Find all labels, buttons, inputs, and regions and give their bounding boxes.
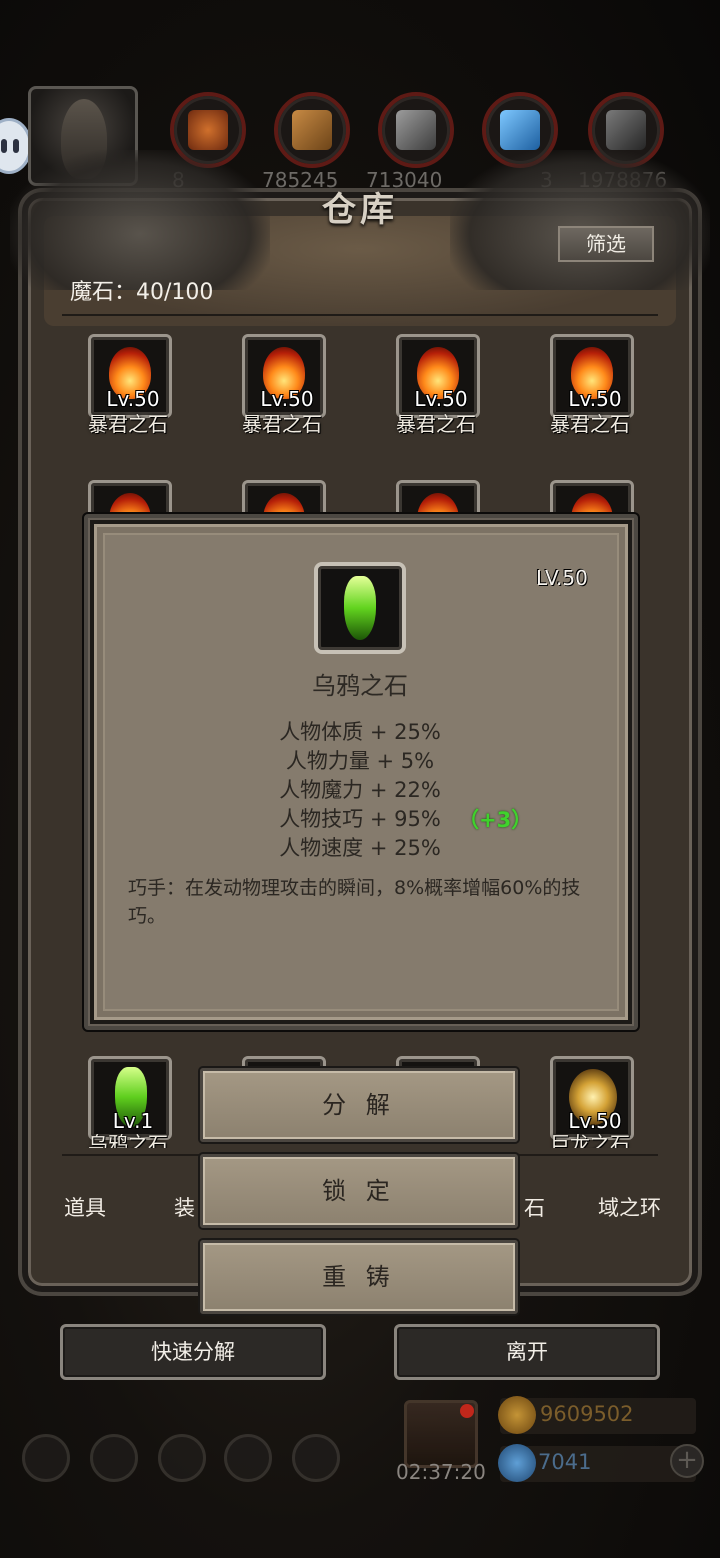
- stat-strength: 人物力量 + 5%: [285, 749, 435, 773]
- item-slot[interactable]: Lv.50: [88, 334, 172, 418]
- notification-dot: [460, 1404, 474, 1418]
- resource-wood-icon[interactable]: [274, 92, 350, 168]
- warehouse-title: 仓库: [322, 190, 398, 230]
- diamond-icon: [498, 1444, 536, 1482]
- recast-button[interactable]: 重 铸: [200, 1240, 518, 1314]
- add-currency-button[interactable]: +: [670, 1444, 704, 1478]
- item-name: 暴君之石: [396, 412, 476, 436]
- item-name: 乌鸦之石: [88, 1132, 168, 1148]
- decompose-button[interactable]: 分 解: [200, 1068, 518, 1142]
- item-name: 暴君之石: [88, 412, 168, 436]
- magic-stone-count: 魔石：40/100: [70, 280, 214, 305]
- tab-magic-stones[interactable]: 石: [524, 1192, 545, 1222]
- item-slot[interactable]: Lv.50: [550, 334, 634, 418]
- header-divider: [62, 314, 658, 316]
- gem-amount: 7041: [538, 1450, 592, 1474]
- dragon-ornament-left-icon: [10, 150, 270, 290]
- tooltip-item-name: 乌鸦之石: [312, 672, 408, 700]
- item-name: 巨龙之石: [550, 1132, 630, 1148]
- stat-skill-bonus: （+3）: [458, 808, 533, 832]
- item-name: 暴君之石: [550, 412, 630, 436]
- mail-icon[interactable]: [224, 1434, 272, 1482]
- item-name: 暴君之石: [242, 412, 322, 436]
- gold-amount: 9609502: [540, 1402, 634, 1426]
- star-icon[interactable]: [90, 1434, 138, 1482]
- tab-equipment[interactable]: 装: [174, 1192, 195, 1222]
- tooltip-level: LV.50: [536, 566, 588, 590]
- gold-coin-icon: [498, 1396, 536, 1434]
- filter-button[interactable]: 筛选: [558, 226, 654, 262]
- emblem-icon[interactable]: [158, 1434, 206, 1482]
- leave-button[interactable]: 离开: [394, 1324, 660, 1380]
- chest-icon[interactable]: [292, 1434, 340, 1482]
- stat-constitution: 人物体质 + 25%: [279, 720, 441, 744]
- dragon-ornament-right-icon: [450, 150, 710, 290]
- lock-button[interactable]: 锁 定: [200, 1154, 518, 1228]
- quick-decompose-button[interactable]: 快速分解: [60, 1324, 326, 1380]
- stat-magic: 人物魔力 + 22%: [279, 778, 441, 802]
- item-slot[interactable]: Lv.50: [396, 334, 480, 418]
- gift-timer: 02:37:20: [396, 1460, 486, 1484]
- tab-items[interactable]: 道具: [64, 1192, 106, 1222]
- tooltip-description: 巧手：在发动物理攻击的瞬间，8%概率增幅60%的技巧。: [128, 877, 581, 927]
- settings-icon[interactable]: [22, 1434, 70, 1482]
- resource-iron-icon[interactable]: [378, 92, 454, 168]
- tooltip-item-icon: [314, 562, 406, 654]
- item-slot[interactable]: Lv.50: [242, 334, 326, 418]
- tab-domain-rings[interactable]: 域之环: [598, 1192, 661, 1222]
- crow-stone-icon: [344, 576, 376, 640]
- stat-speed: 人物速度 + 25%: [279, 836, 441, 860]
